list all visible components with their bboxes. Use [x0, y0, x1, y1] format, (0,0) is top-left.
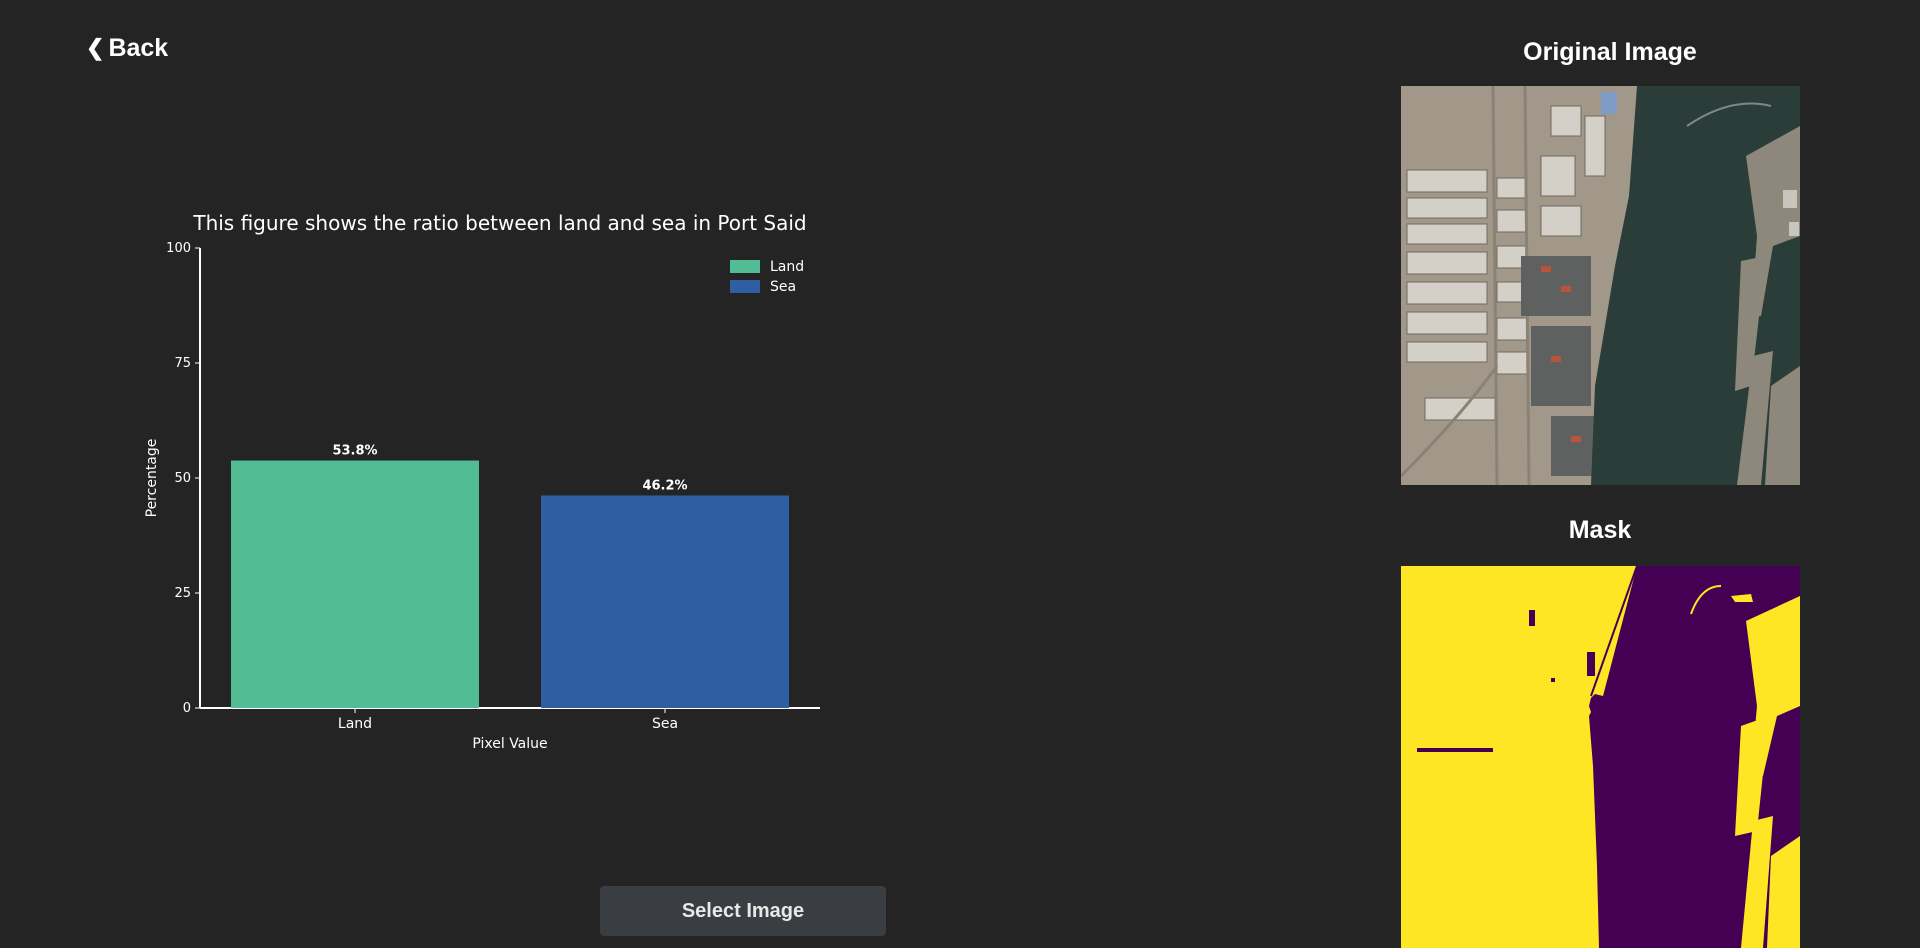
bar-land — [231, 460, 479, 708]
y-tick-label: 50 — [174, 471, 191, 486]
original-satellite-image — [1401, 86, 1800, 485]
bar-sea — [541, 495, 789, 708]
x-axis-label: Pixel Value — [472, 736, 547, 752]
chevron-left-icon: ❮ — [86, 34, 105, 60]
data-label-land: 53.8% — [332, 444, 377, 459]
y-tick-label: 0 — [183, 701, 191, 716]
x-tick-label: Sea — [652, 716, 678, 732]
y-tick-label: 25 — [174, 586, 191, 601]
y-tick-label: 100 — [166, 241, 191, 256]
legend-swatch-sea — [730, 280, 760, 293]
mask-title: Mask — [1568, 516, 1632, 544]
legend-label-sea: Sea — [770, 279, 796, 295]
back-button[interactable]: ❮ Back — [86, 34, 168, 63]
y-tick-label: 75 — [174, 356, 191, 371]
y-axis-label: Percentage — [144, 439, 160, 518]
chart-title: This figure shows the ratio between land… — [192, 211, 806, 235]
x-tick-label: Land — [338, 716, 372, 732]
bar-chart: This figure shows the ratio between land… — [130, 210, 850, 770]
back-label: Back — [108, 34, 169, 62]
original-image-title: Original Image — [1523, 38, 1697, 66]
page: ❮ Back This figure shows the ratio betwe… — [0, 0, 1920, 948]
select-image-button[interactable]: Select Image — [600, 886, 886, 936]
chart-svg: This figure shows the ratio between land… — [144, 211, 820, 752]
legend-label-land: Land — [770, 259, 804, 275]
segmentation-mask-image — [1401, 566, 1800, 948]
legend-swatch-land — [730, 260, 760, 273]
data-label-sea: 46.2% — [642, 478, 687, 493]
